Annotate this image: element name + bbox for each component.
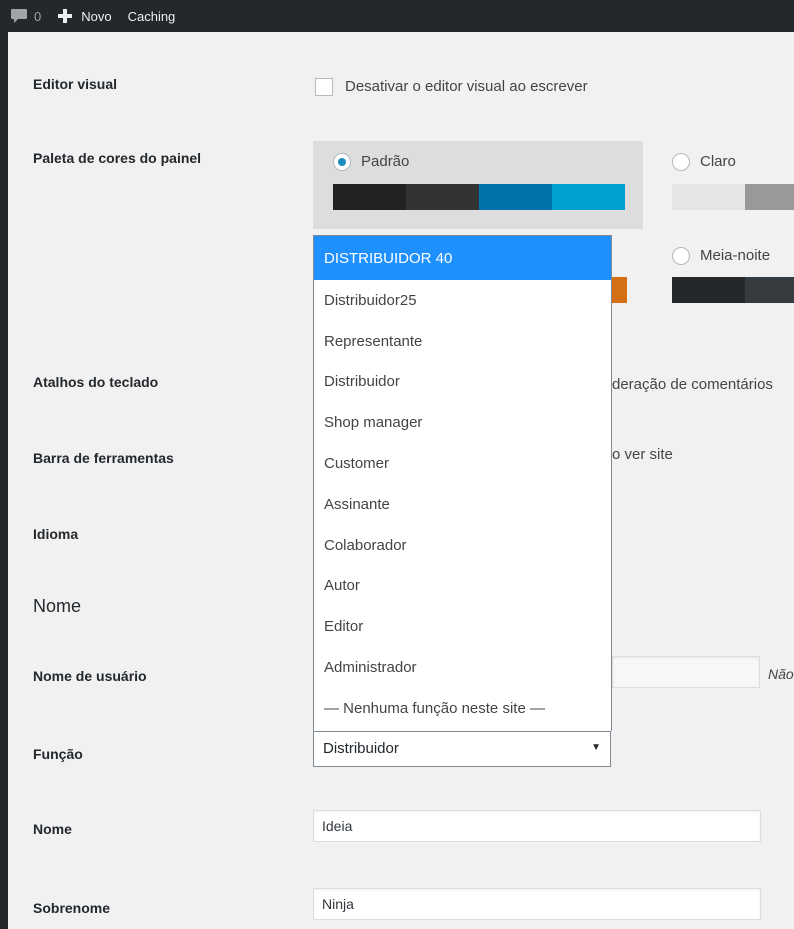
swatch — [552, 184, 625, 210]
username-label: Nome de usuário — [33, 668, 147, 684]
role-option[interactable]: Autor — [314, 566, 611, 607]
role-option[interactable]: Administrador — [314, 647, 611, 688]
role-option[interactable]: Distribuidor — [314, 362, 611, 403]
username-note: Não — [768, 666, 794, 682]
swatch — [745, 184, 794, 210]
scheme-light-radio[interactable] — [672, 153, 690, 171]
username-field — [612, 656, 760, 688]
language-label: Idioma — [33, 526, 79, 542]
caching-menu[interactable]: Caching — [128, 0, 176, 32]
keyboard-shortcuts-label: Atalhos do teclado — [33, 374, 159, 390]
swatch — [672, 184, 745, 210]
role-select[interactable]: Distribuidor ▼ — [313, 731, 611, 767]
plus-icon — [58, 9, 73, 23]
role-selected-value: Distribuidor — [323, 740, 399, 757]
scheme-midnight-radio[interactable] — [672, 247, 690, 265]
role-option[interactable]: Assinante — [314, 484, 611, 525]
scheme-midnight-name: Meia-noite — [700, 247, 771, 264]
caching-label: Caching — [127, 8, 176, 24]
toolbar-text: o ver site — [612, 446, 673, 463]
role-dropdown-list[interactable]: DISTRIBUIDOR 40 Distribuidor25 Represent… — [313, 235, 612, 731]
role-option[interactable]: — Nenhuma função neste site — — [314, 688, 611, 729]
scheme-midnight-swatches — [672, 277, 794, 303]
swatch — [479, 184, 552, 210]
disable-visual-editor-checkbox[interactable] — [315, 78, 333, 96]
partial-swatch — [612, 277, 627, 303]
new-label: Novo — [81, 8, 112, 24]
first-name-input[interactable] — [313, 810, 761, 842]
admin-bar: 0 Novo Caching — [0, 0, 794, 32]
scheme-default-swatches — [333, 184, 625, 210]
color-scheme-label: Paleta de cores do painel — [33, 150, 202, 166]
new-content-menu[interactable]: Novo — [57, 0, 112, 32]
role-option[interactable]: Distribuidor25 — [314, 280, 611, 321]
scheme-default-radio[interactable] — [333, 153, 351, 171]
disable-visual-editor-text: Desativar o editor visual ao escrever — [345, 78, 588, 95]
first-name-label: Nome — [33, 821, 72, 837]
toolbar-label: Barra de ferramentas — [33, 450, 174, 466]
swatch — [672, 277, 745, 303]
editor-visual-label: Editor visual — [33, 76, 118, 92]
scheme-light-swatches — [672, 184, 794, 210]
role-option[interactable]: Editor — [314, 606, 611, 647]
role-label: Função — [33, 746, 83, 762]
dropdown-arrow-icon: ▼ — [591, 742, 601, 753]
role-option[interactable]: Customer — [314, 443, 611, 484]
swatch — [406, 184, 479, 210]
keyboard-shortcuts-text: deração de comentários — [612, 376, 773, 393]
scheme-default-name: Padrão — [361, 153, 410, 170]
last-name-input[interactable] — [313, 888, 761, 920]
last-name-label: Sobrenome — [33, 900, 111, 916]
swatch — [745, 277, 794, 303]
comments-count: 0 — [34, 8, 42, 24]
role-option[interactable]: Colaborador — [314, 525, 611, 566]
role-option[interactable]: Shop manager — [314, 402, 611, 443]
role-option[interactable]: DISTRIBUIDOR 40 — [314, 236, 611, 280]
admin-menu-edge — [0, 0, 8, 929]
comments-menu[interactable]: 0 — [10, 0, 41, 32]
scheme-light-name: Claro — [700, 153, 736, 170]
name-section-title: Nome — [33, 596, 82, 616]
role-option[interactable]: Representante — [314, 321, 611, 362]
swatch — [333, 184, 406, 210]
comment-bubble-icon — [11, 9, 27, 23]
